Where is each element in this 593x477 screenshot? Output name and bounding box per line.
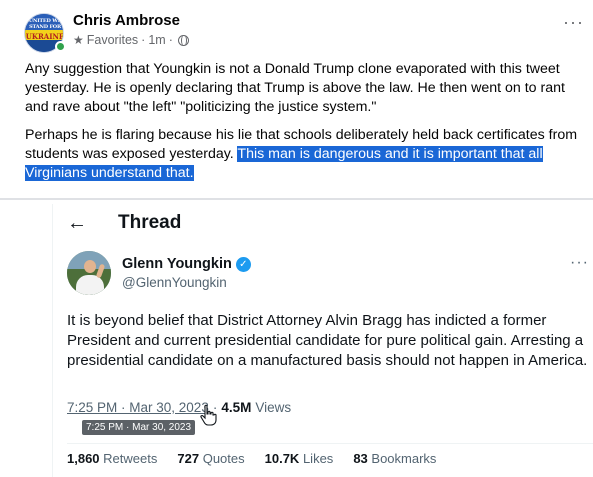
more-options-button[interactable]: ··· xyxy=(563,12,584,33)
audience-label[interactable]: Favorites xyxy=(87,33,138,47)
tweet-meta: 7:25 PM · Mar 30, 2023 · 4.5M Views xyxy=(67,400,291,415)
tweet-author-name: Glenn Youngkin ✓ xyxy=(122,256,251,272)
stat-likes: 10.7K Likes xyxy=(264,451,334,466)
divider xyxy=(67,443,593,444)
tweet-more-icon: ··· xyxy=(570,254,589,271)
thread-header: Thread xyxy=(118,212,182,233)
meta-separator: · xyxy=(141,33,146,47)
post-meta: ★ Favorites · 1m · xyxy=(73,33,189,47)
hand-cursor-icon xyxy=(200,404,217,426)
tweet-author-avatar xyxy=(67,251,111,295)
timestamp-tooltip: 7:25 PM · Mar 30, 2023 xyxy=(82,420,196,435)
tweet-author-handle: @GlennYoungkin xyxy=(122,275,227,290)
meta-separator-2: · xyxy=(168,33,173,47)
divider xyxy=(0,198,593,200)
author-name[interactable]: Chris Ambrose xyxy=(73,12,180,29)
tweet-views-count: 4.5M xyxy=(221,400,252,415)
stat-quotes: 727 Quotes xyxy=(177,451,245,466)
star-icon: ★ xyxy=(73,33,84,47)
tweet-views-label: Views xyxy=(255,400,292,415)
post-paragraph-1: Any suggestion that Youngkin is not a Do… xyxy=(25,61,565,115)
avatar-caption-ukraine: UKRAINE xyxy=(25,32,64,41)
tweet-text: It is beyond belief that District Attorn… xyxy=(67,312,588,369)
tweet-stats: 1,860 Retweets 727 Quotes 10.7K Likes 83… xyxy=(67,451,436,466)
avatar-caption: UNITED WE STAND FOR xyxy=(28,18,62,30)
post-body: Any suggestion that Youngkin is not a Do… xyxy=(25,60,585,192)
verified-badge-icon: ✓ xyxy=(235,256,251,272)
tweet-screenshot[interactable]: ← Thread Glenn Youngkin ✓ @GlennYoungkin… xyxy=(0,198,593,477)
globe-icon[interactable] xyxy=(177,34,189,46)
post-paragraph-2: Perhaps he is flaring because his lie th… xyxy=(25,126,585,183)
stat-retweets: 1,860 Retweets xyxy=(67,451,158,466)
online-status-dot xyxy=(55,41,66,52)
divider-vertical xyxy=(52,204,53,477)
post-time[interactable]: 1m xyxy=(148,33,165,47)
tweet-timestamp: 7:25 PM · Mar 30, 2023 xyxy=(67,400,209,415)
back-arrow-icon: ← xyxy=(67,212,87,234)
stat-bookmarks: 83 Bookmarks xyxy=(353,451,437,466)
post-header: UNITED WE STAND FOR UKRAINE Chris Ambros… xyxy=(0,0,593,58)
tweet-author-name-text: Glenn Youngkin xyxy=(122,256,232,272)
